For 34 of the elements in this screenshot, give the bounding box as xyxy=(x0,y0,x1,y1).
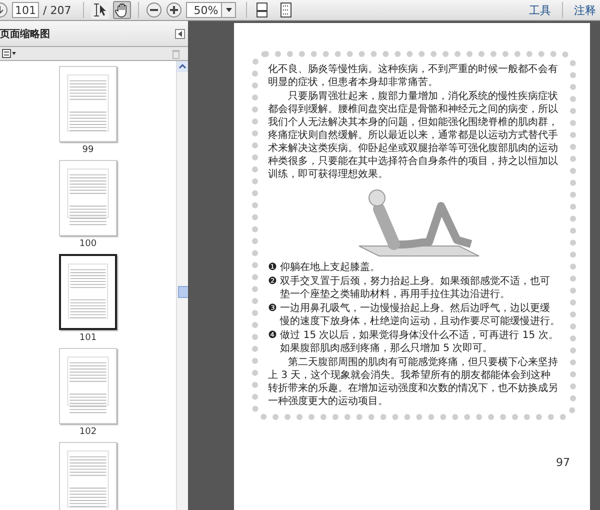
menu-link[interactable]: 工具 xyxy=(525,2,555,18)
thumbnail-label: 100 xyxy=(79,239,97,249)
page-number-field[interactable]: 101 xyxy=(12,2,39,18)
thumbnail-label: 102 xyxy=(79,427,97,437)
collapse-panel-button[interactable] xyxy=(175,28,185,38)
page-number: 97 xyxy=(556,456,570,469)
select-tool-button[interactable] xyxy=(91,1,110,19)
scrolling-pages-icon[interactable] xyxy=(278,2,294,18)
single-page-icon[interactable] xyxy=(254,2,270,18)
zoom-out-icon[interactable] xyxy=(146,2,162,18)
zoom-dropdown-button[interactable] xyxy=(222,2,236,18)
page-thumbnail[interactable] xyxy=(59,254,117,330)
body-paragraph: 只要肠胃强壮起来，腹部力量增加，消化系统的慢性疾病症状都会得到缓解。腰椎间盘突出症是骨骼和神经元之间的病变，所以我们个人无法解决其本身的问题，但如能强化围绕脊椎的肌肉群，疼痛症状则自然缓解。所以最近以来，通常都是以运动方式替代手术来解决这类疾病。仰卧起坐或双腿抬举等可强化腹部肌肉的运动种类很多，只要能在其中选择符合自身条件的项目，持之以恒加以训练，即可获得理想效果。 xyxy=(268,90,559,181)
page-count: / 207 xyxy=(43,4,72,16)
body-paragraph: 第二天腹部周围的肌肉有可能感觉疼痛，但只要横下心来坚持上 3 天，这个现象就会消失。我希望所有的朋友都能体会到这种转折带来的乐趣。在增加运动强度和次数的情况下，也不妨换成另一种强度更大的运动项目。 xyxy=(268,356,559,408)
body-paragraph: 化不良、肠炎等慢性病。这种疾病，不到严重的时候一般都不会有明显的症状，但患者本身却非常痛苦。 xyxy=(268,63,559,89)
zoom-field[interactable]: 50% xyxy=(186,2,222,18)
select-cursor-icon xyxy=(92,2,108,18)
menu-link[interactable]: 注释 xyxy=(570,2,600,18)
scrollbar[interactable] xyxy=(176,61,188,510)
numbered-step: ❸ 一边用鼻孔吸气，一边慢慢抬起上身。然后边呼气，边以更缓慢的速度下放身体，杜绝逆向运动，且动作要尽可能缓慢进行。 xyxy=(268,302,560,328)
panel-title: 页面缩略图 xyxy=(0,28,50,40)
zoom-in-icon[interactable] xyxy=(166,2,182,18)
numbered-step: ❷ 双手交叉置于后颈，努力抬起上身。如果颈部感觉不适，也可垫一个座垫之类辅助材料，再用手拉住其边沿进行。 xyxy=(268,275,560,301)
triangle-left-icon xyxy=(178,30,182,36)
caret-icon xyxy=(226,8,232,12)
hand-tool-button[interactable] xyxy=(113,1,132,19)
thumbnail-label: 99 xyxy=(82,145,94,155)
thumbnail-label: 101 xyxy=(79,333,97,343)
options-menu-icon[interactable] xyxy=(2,49,16,58)
numbered-step: ❹ 做过 15 次以后，如果觉得身体没什么不适，可再进行 15 次。如果腹部肌肉感到疼痛，那么只增加 5 次即可。 xyxy=(268,329,560,355)
numbered-step: ❶ 仰躺在地上支起膝盖。 xyxy=(268,261,560,274)
scroll-thumb[interactable] xyxy=(178,286,188,298)
scroll-up-icon[interactable] xyxy=(177,61,188,72)
